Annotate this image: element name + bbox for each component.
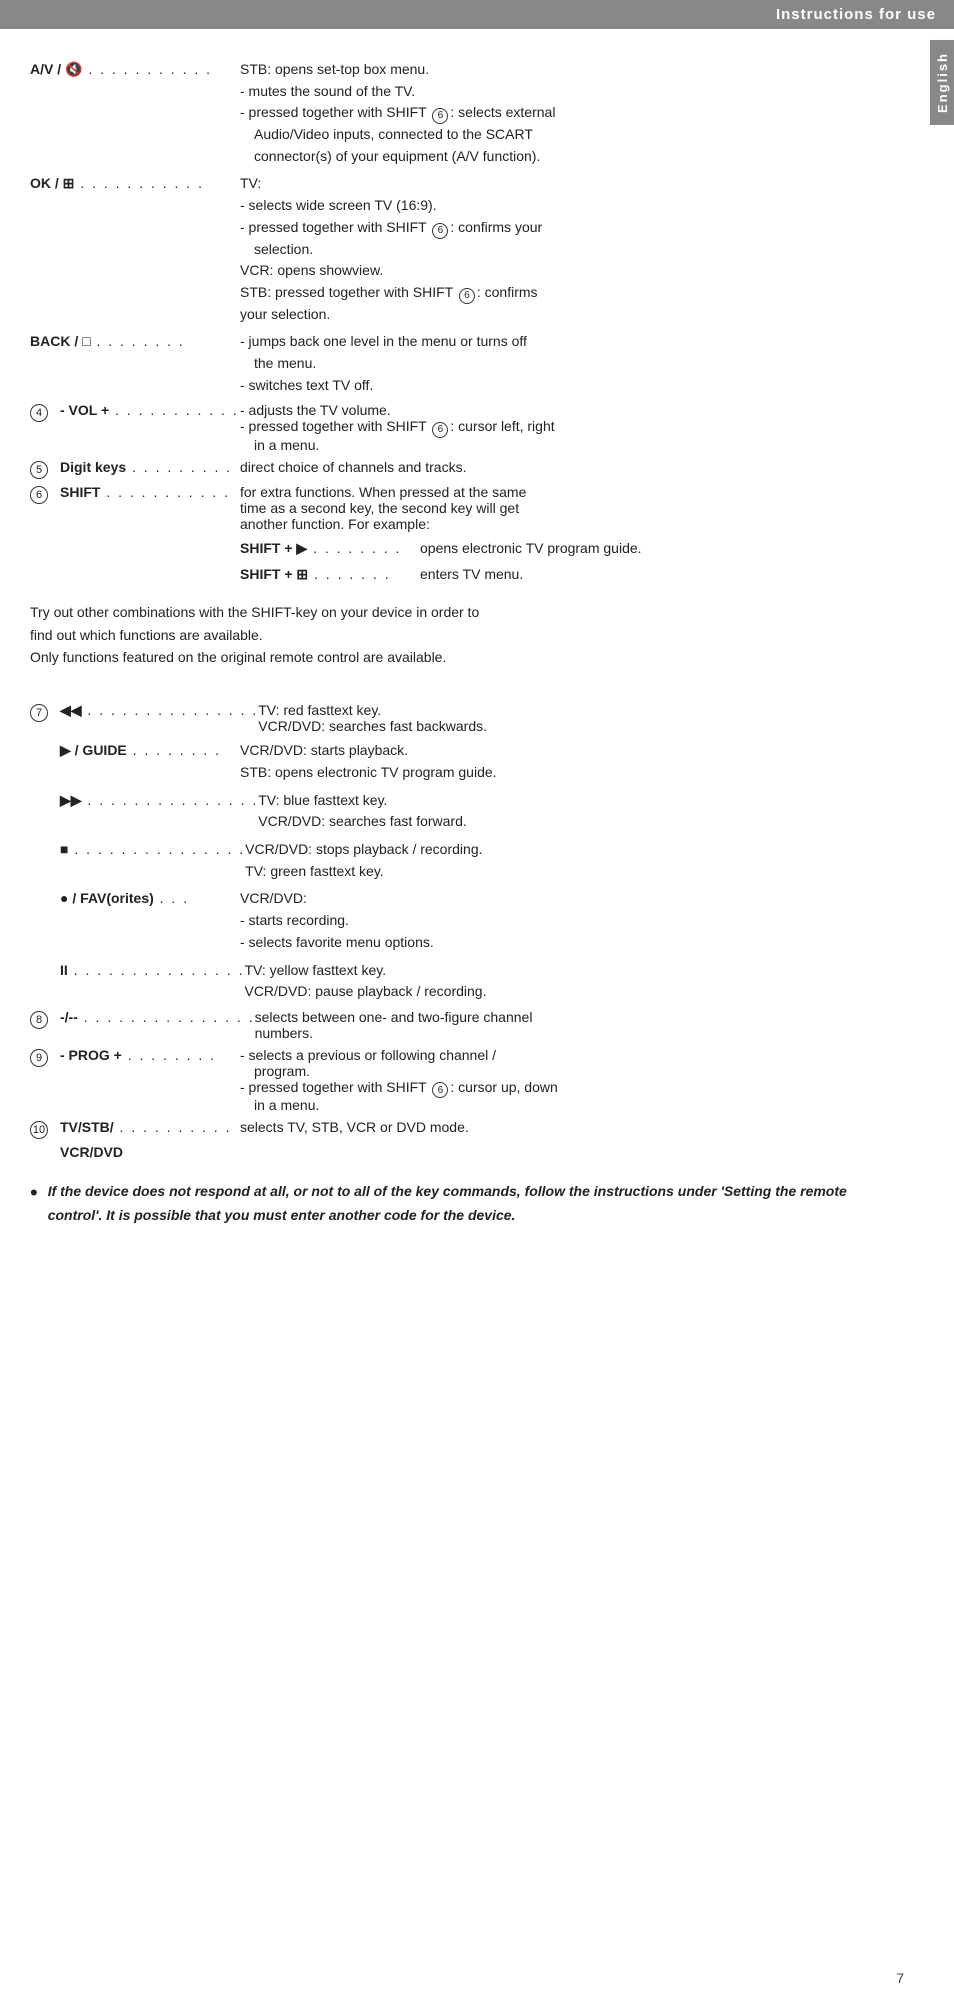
entry-value-vol: - adjusts the TV volume. - pressed toget… [240, 402, 880, 453]
entry-key-shift: SHIFT . . . . . . . . . . . [60, 484, 240, 532]
note-block: • If the device does not respond at all,… [30, 1180, 880, 1226]
entry-value-pause: TV: yellow fasttext key. VCR/DVD: pause … [244, 960, 880, 1003]
num-vol: 4 [30, 402, 60, 421]
entry-value-rec: VCR/DVD: - starts recording. - selects f… [240, 888, 880, 953]
entry-value-digit: direct choice of channels and tracks. [240, 459, 880, 475]
entry-prog: 9 - PROG + . . . . . . . . - selects a p… [30, 1047, 880, 1114]
entry-key-ok: OK / ⊞ . . . . . . . . . . . [30, 173, 240, 325]
entry-play-guide: ▶ / GUIDE . . . . . . . . VCR/DVD: start… [60, 740, 880, 783]
entry-tv-stb: 10 TV/STB/ . . . . . . . . . . selects T… [30, 1119, 880, 1138]
note-bullet: • [30, 1180, 38, 1206]
shift-menu-key: SHIFT + ⊞ . . . . . . . [240, 564, 420, 586]
num-prog: 9 [30, 1047, 60, 1066]
side-tab: English [930, 40, 954, 125]
entry-key-ff: ▶▶ . . . . . . . . . . . . . . . [60, 790, 258, 833]
num-digit: 5 [30, 459, 60, 478]
entry-value-stop: VCR/DVD: stops playback / recording. TV:… [245, 839, 880, 882]
entry-value-tv: selects TV, STB, VCR or DVD mode. [240, 1119, 880, 1135]
shift-play-value: opens electronic TV program guide. [420, 538, 880, 560]
entry-value-ff: TV: blue fasttext key. VCR/DVD: searches… [258, 790, 880, 833]
entry-value-shift: for extra functions. When pressed at the… [240, 484, 880, 532]
main-content: A/V / 🔇 . . . . . . . . . . . STB: opens… [0, 29, 930, 1257]
entry-key-rec: ● / FAV(orites) . . . [60, 888, 240, 953]
entry-key-pause: II . . . . . . . . . . . . . . . [60, 960, 244, 1003]
entry-ch-figure: 8 -/-- . . . . . . . . . . . . . . . sel… [30, 1009, 880, 1041]
shift-sub-entries: SHIFT + ▶ . . . . . . . . opens electron… [240, 538, 880, 585]
entry-ff: ▶▶ . . . . . . . . . . . . . . . TV: blu… [60, 790, 880, 833]
entry-rewind: 7 ◀◀ . . . . . . . . . . . . . . . TV: r… [30, 702, 880, 734]
entry-key-av: A/V / 🔇 . . . . . . . . . . . [30, 59, 240, 167]
shift-menu-entry: SHIFT + ⊞ . . . . . . . enters TV menu. [240, 564, 880, 586]
entry-digit: 5 Digit keys . . . . . . . . . direct ch… [30, 459, 880, 478]
entry-vol: 4 - VOL + . . . . . . . . . . . - adjust… [30, 402, 880, 453]
entry-key-prog: - PROG + . . . . . . . . [60, 1047, 240, 1114]
page-number: 7 [896, 1970, 904, 1986]
num-tv: 10 [30, 1119, 60, 1138]
entry-pause: II . . . . . . . . . . . . . . . TV: yel… [60, 960, 880, 1003]
entry-key-vol: - VOL + . . . . . . . . . . . [60, 402, 240, 453]
header-bar: Instructions for use [0, 0, 954, 29]
entry-key-back: BACK / □ . . . . . . . . [30, 331, 240, 396]
entry-value-av: STB: opens set-top box menu. - mutes the… [240, 59, 880, 167]
shift-menu-value: enters TV menu. [420, 564, 880, 586]
entry-value-play: VCR/DVD: starts playback. STB: opens ele… [240, 740, 880, 783]
entry-key-play: ▶ / GUIDE . . . . . . . . [60, 740, 240, 783]
entry-key-rewind: ◀◀ . . . . . . . . . . . . . . . [60, 702, 258, 734]
entry-key-ch: -/-- . . . . . . . . . . . . . . . [60, 1009, 255, 1041]
entry-ok: OK / ⊞ . . . . . . . . . . . TV: - selec… [30, 173, 880, 325]
entry-key-tv: TV/STB/ . . . . . . . . . . [60, 1119, 240, 1135]
num-ch: 8 [30, 1009, 60, 1028]
entry-shift: 6 SHIFT . . . . . . . . . . . for extra … [30, 484, 880, 532]
vcr-dvd-label: VCR/DVD [60, 1144, 880, 1160]
note-text: If the device does not respond at all, o… [48, 1180, 880, 1226]
entry-stop: ■ . . . . . . . . . . . . . . . VCR/DVD:… [60, 839, 880, 882]
num-shift: 6 [30, 484, 60, 503]
entry-back: BACK / □ . . . . . . . . - jumps back on… [30, 331, 880, 396]
entry-value-back: - jumps back one level in the menu or tu… [240, 331, 880, 396]
shift-play-entry: SHIFT + ▶ . . . . . . . . opens electron… [240, 538, 880, 560]
entry-value-prog: - selects a previous or following channe… [240, 1047, 880, 1114]
header-title: Instructions for use [776, 6, 936, 23]
entry-key-digit: Digit keys . . . . . . . . . [60, 459, 240, 475]
shift-play-key: SHIFT + ▶ . . . . . . . . [240, 538, 420, 560]
entry-value-ok: TV: - selects wide screen TV (16:9). - p… [240, 173, 880, 325]
paragraph-block: Try out other combinations with the SHIF… [30, 601, 880, 668]
entry-key-stop: ■ . . . . . . . . . . . . . . . [60, 839, 245, 882]
entry-value-ch: selects between one- and two-figure chan… [255, 1009, 880, 1041]
entry-av: A/V / 🔇 . . . . . . . . . . . STB: opens… [30, 59, 880, 167]
entry-value-rewind: TV: red fasttext key. VCR/DVD: searches … [258, 702, 880, 734]
entry-rec-fav: ● / FAV(orites) . . . VCR/DVD: - starts … [60, 888, 880, 953]
num-rewind: 7 [30, 702, 60, 721]
